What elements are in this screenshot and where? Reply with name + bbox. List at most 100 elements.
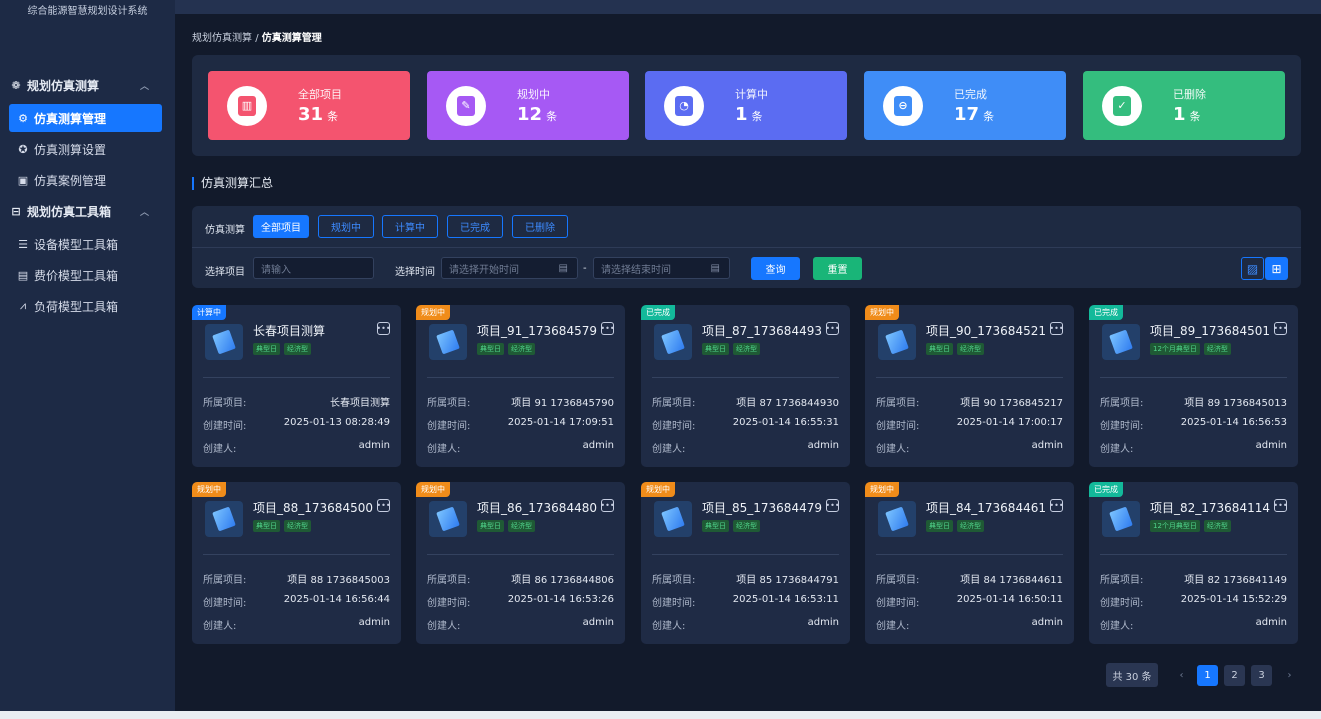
row-value: 项目 86 1736844806 <box>511 575 614 586</box>
page-1-button[interactable]: 1 <box>1197 665 1218 686</box>
more-options-icon[interactable]: ••• <box>600 499 615 512</box>
more-options-icon[interactable]: ••• <box>376 322 391 335</box>
tab-completed[interactable]: 已完成 <box>447 215 503 238</box>
stat-card-completed[interactable]: ⊖ 已完成 17 条 <box>864 71 1066 140</box>
query-button[interactable]: 查询 <box>751 257 800 280</box>
card-divider <box>876 554 1063 555</box>
status-badge: 规划中 <box>192 482 226 497</box>
card-title[interactable]: 项目_90_1736845217 <box>926 322 1046 339</box>
sidebar-item-load-toolbox[interactable]: ⩘ 负荷模型工具箱 <box>9 292 162 320</box>
row-value: admin <box>1255 440 1287 451</box>
sidebar-item-case-management[interactable]: ▣ 仿真案例管理 <box>9 166 162 194</box>
prev-page-icon[interactable]: ‹ <box>1171 665 1192 686</box>
project-card[interactable]: 规划中 项目_85_1736844791 ••• 典型日 经济型 所属项目: 项目 85 1… <box>641 482 850 644</box>
card-title[interactable]: 项目_84_1736844611 <box>926 499 1046 516</box>
more-options-icon[interactable]: ••• <box>1273 322 1288 335</box>
sidebar-group-simulation[interactable]: ❁ 规划仿真测算 ︿ <box>0 72 175 98</box>
card-title[interactable]: 项目_85_1736844791 <box>702 499 822 516</box>
page-2-button[interactable]: 2 <box>1224 665 1245 686</box>
chevron-up-icon[interactable]: ︿ <box>140 205 149 218</box>
project-card[interactable]: 计算中 长春项目测算 ••• 典型日 经济型 所属项目: 长春项目测算 创建时间: 2025-0… <box>192 305 401 467</box>
project-card[interactable]: 已完成 项目_89_1736845013 ••• 12个月典型日 经济型 所属项目: 项目 … <box>1089 305 1298 467</box>
document-icon <box>436 506 460 532</box>
sidebar-item-label: 负荷模型工具箱 <box>34 299 119 314</box>
page-3-button[interactable]: 3 <box>1251 665 1272 686</box>
card-tags: 典型日 经济型 <box>926 343 984 355</box>
tag: 经济型 <box>508 343 535 355</box>
tab-planning[interactable]: 规划中 <box>318 215 374 238</box>
more-options-icon[interactable]: ••• <box>825 322 840 335</box>
save-icon: ▣ <box>17 173 29 187</box>
status-badge: 规划中 <box>865 305 899 320</box>
stat-card-deleted[interactable]: ✓ 已删除 1 条 <box>1083 71 1285 140</box>
tag: 经济型 <box>1203 343 1231 355</box>
end-time-picker[interactable]: 请选择结束时间 ▤ <box>593 257 730 279</box>
card-row-creator: 创建人: admin <box>652 617 839 632</box>
stat-number: 17 <box>954 104 980 125</box>
tag: 12个月典型日 <box>1150 520 1200 532</box>
sidebar-group-label: 规划仿真测算 <box>27 78 100 93</box>
project-card[interactable]: 已完成 项目_87_1736844930 ••• 典型日 经济型 所属项目: 项目 87 1… <box>641 305 850 467</box>
row-value: 2025-01-14 17:00:17 <box>956 417 1063 428</box>
card-title[interactable]: 长春项目测算 <box>253 322 373 339</box>
sidebar-item-device-toolbox[interactable]: ☰ 设备模型工具箱 <box>9 230 162 258</box>
stat-card-planning[interactable]: ✎ 规划中 12 条 <box>427 71 629 140</box>
row-value: admin <box>582 617 614 628</box>
end-time-placeholder: 请选择结束时间 <box>601 264 671 276</box>
more-options-icon[interactable]: ••• <box>1273 499 1288 512</box>
status-badge: 已完成 <box>641 305 675 320</box>
project-card[interactable]: 已完成 项目_82_1736841149 ••• 12个月典型日 经济型 所属项目: 项目 … <box>1089 482 1298 644</box>
project-card[interactable]: 规划中 项目_90_1736845217 ••• 典型日 经济型 所属项目: 项目 90 1… <box>865 305 1074 467</box>
sidebar-item-simulation-management[interactable]: ⚙ 仿真测算管理 <box>9 104 162 132</box>
stat-number: 1 <box>1173 104 1186 125</box>
tag: 典型日 <box>477 520 504 532</box>
tab-computing[interactable]: 计算中 <box>382 215 438 238</box>
reset-button[interactable]: 重置 <box>813 257 862 280</box>
row-value: 项目 90 1736845217 <box>960 398 1063 409</box>
stat-card-all[interactable]: ▥ 全部项目 31 条 <box>208 71 410 140</box>
project-card[interactable]: 规划中 项目_91_1736845790 ••• 典型日 经济型 所属项目: 项目 91 1… <box>416 305 625 467</box>
card-title[interactable]: 项目_82_1736841149 <box>1150 499 1270 516</box>
row-key: 所属项目: <box>203 575 247 586</box>
tag: 经济型 <box>1203 520 1231 532</box>
project-card[interactable]: 规划中 项目_86_1736844806 ••• 典型日 经济型 所属项目: 项目 86 1… <box>416 482 625 644</box>
card-title[interactable]: 项目_89_1736845013 <box>1150 322 1270 339</box>
card-title[interactable]: 项目_87_1736844930 <box>702 322 822 339</box>
project-card[interactable]: 规划中 项目_84_1736844611 ••• 典型日 经济型 所属项目: 项目 84 1… <box>865 482 1074 644</box>
card-divider <box>652 377 839 378</box>
sidebar-item-price-toolbox[interactable]: ▤ 费价模型工具箱 <box>9 261 162 289</box>
project-thumbnail-icon <box>654 501 692 537</box>
row-key: 创建人: <box>203 444 237 455</box>
row-key: 所属项目: <box>203 398 247 409</box>
breadcrumb-parent[interactable]: 规划仿真测算 <box>192 33 252 44</box>
more-options-icon[interactable]: ••• <box>825 499 840 512</box>
breadcrumb-current: 仿真测算管理 <box>261 33 322 44</box>
sidebar-item-simulation-settings[interactable]: ✪ 仿真测算设置 <box>9 135 162 163</box>
more-options-icon[interactable]: ••• <box>1049 322 1064 335</box>
card-title[interactable]: 项目_88_1736845003 <box>253 499 373 516</box>
stat-card-computing[interactable]: ◔ 计算中 1 条 <box>645 71 847 140</box>
row-value: admin <box>1255 617 1287 628</box>
map-view-icon[interactable]: ▨ <box>1241 257 1264 280</box>
project-search-input[interactable]: 请输入 <box>253 257 374 279</box>
card-title[interactable]: 项目_91_1736845790 <box>477 322 597 339</box>
doc-check-icon: ✓ <box>1113 95 1131 116</box>
tab-all-projects[interactable]: 全部项目 <box>253 215 309 238</box>
start-time-picker[interactable]: 请选择开始时间 ▤ <box>441 257 578 279</box>
grid-view-icon[interactable]: ⊞ <box>1265 257 1288 280</box>
chevron-up-icon[interactable]: ︿ <box>140 79 149 92</box>
next-page-icon[interactable]: › <box>1279 665 1300 686</box>
status-badge: 计算中 <box>192 305 226 320</box>
tag: 经济型 <box>733 343 760 355</box>
project-card[interactable]: 规划中 项目_88_1736845003 ••• 典型日 经济型 所属项目: 项目 88 1… <box>192 482 401 644</box>
card-row-project: 所属项目: 项目 84 1736844611 <box>876 571 1063 586</box>
more-options-icon[interactable]: ••• <box>1049 499 1064 512</box>
project-thumbnail-icon <box>205 501 243 537</box>
stat-label: 全部项目 <box>298 88 342 101</box>
more-options-icon[interactable]: ••• <box>600 322 615 335</box>
list-icon: ☰ <box>18 237 28 251</box>
tab-deleted[interactable]: 已删除 <box>512 215 568 238</box>
card-title[interactable]: 项目_86_1736844806 <box>477 499 597 516</box>
sidebar-group-toolbox[interactable]: ⊟ 规划仿真工具箱 ︿ <box>0 198 175 224</box>
more-options-icon[interactable]: ••• <box>376 499 391 512</box>
